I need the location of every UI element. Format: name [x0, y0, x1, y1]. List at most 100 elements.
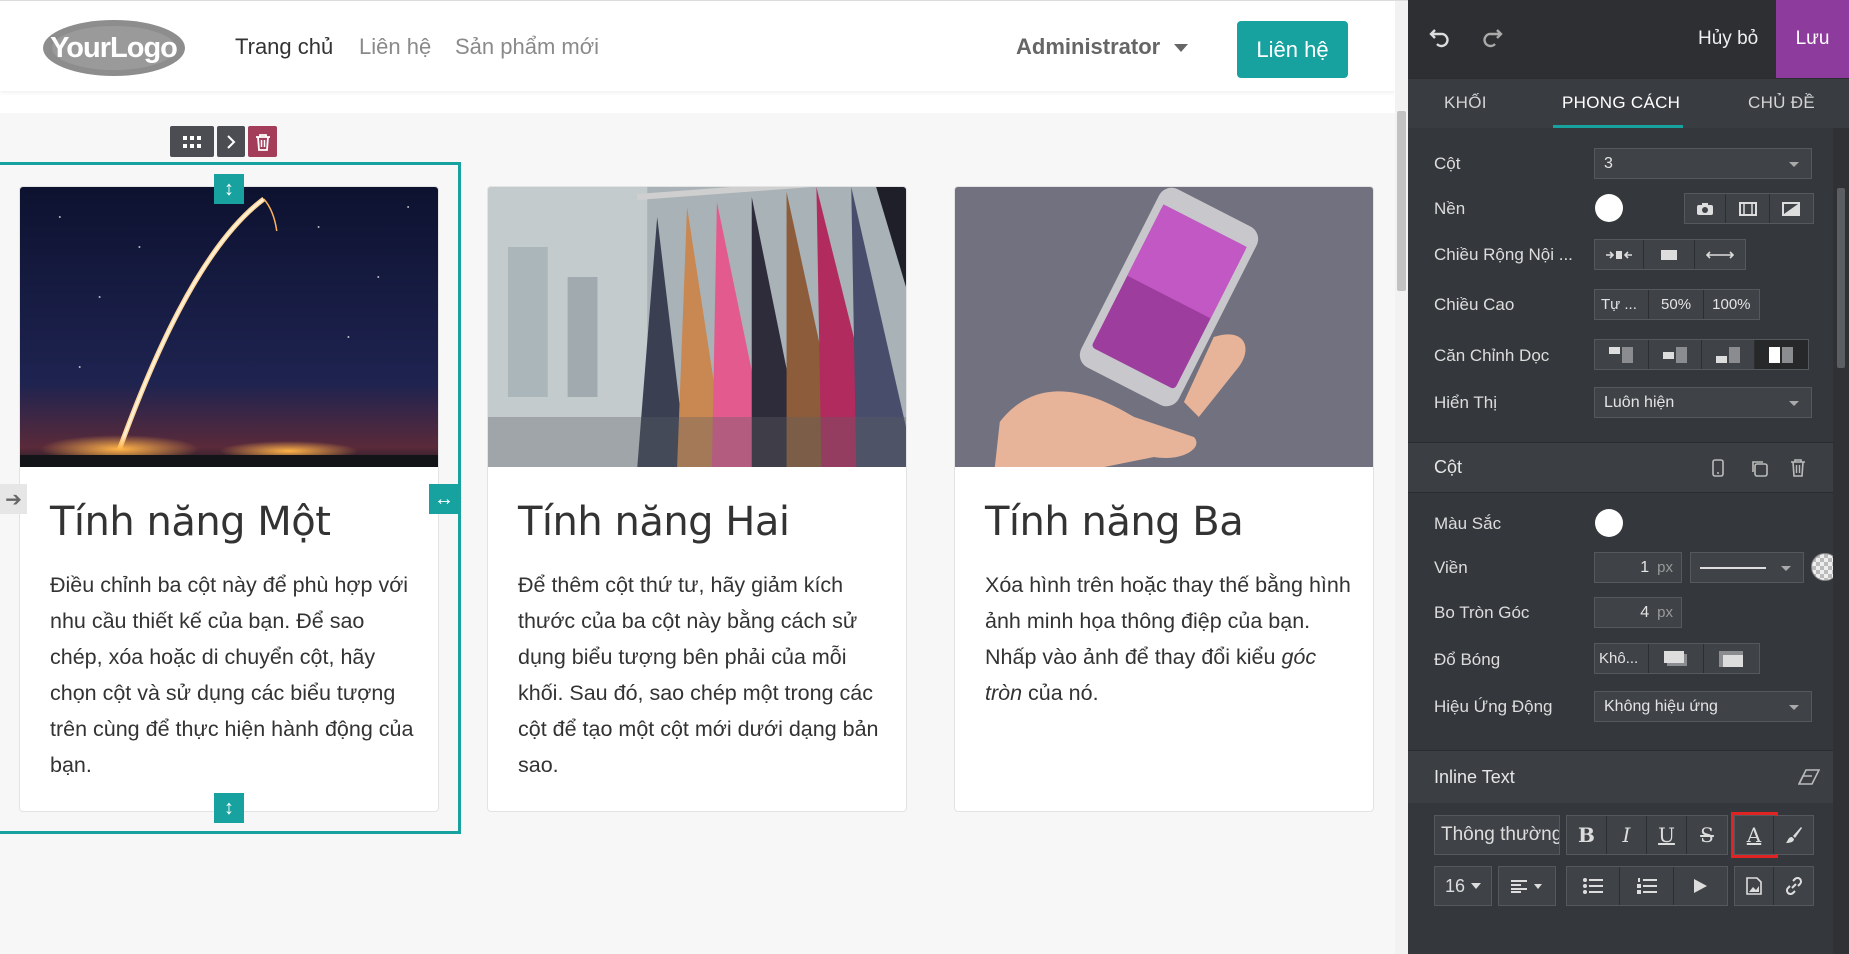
contact-cta-button[interactable]: Liên hệ — [1237, 21, 1348, 78]
width-regular-icon[interactable] — [1644, 240, 1695, 269]
font-size-value: 16 — [1435, 867, 1491, 905]
camera-icon[interactable] — [1685, 194, 1727, 223]
shadow-inset-icon[interactable] — [1703, 644, 1759, 673]
text-color-group: A — [1730, 812, 1814, 858]
feature-card-2[interactable]: Tính năng Hai Để thêm cột thứ tư, hãy gi… — [487, 186, 907, 812]
trash-icon[interactable] — [1790, 458, 1806, 482]
feature-text-2[interactable]: Để thêm cột thứ tư, hãy giảm kích thước … — [518, 567, 888, 783]
panel-tabs: KHỐI PHONG CÁCH CHỦ ĐỀ — [1408, 78, 1849, 128]
strikethrough-icon[interactable]: S — [1687, 816, 1727, 854]
column-color-swatch[interactable] — [1595, 509, 1623, 537]
height-100-option[interactable]: 100% — [1703, 290, 1759, 319]
phone-in-hand-image[interactable] — [955, 187, 1373, 467]
move-left-handle-icon[interactable]: ➔ — [0, 484, 27, 514]
move-right-icon[interactable] — [217, 126, 245, 157]
panel-topbar: Hủy bỏ Lưu — [1408, 0, 1849, 78]
resize-right-handle-icon[interactable]: ↔ — [429, 484, 459, 514]
insert-media-icon[interactable] — [1735, 867, 1775, 905]
radius-label: Bo Tròn Góc — [1434, 603, 1530, 622]
nav-new-products[interactable]: Sản phẩm mới — [455, 34, 599, 60]
user-menu-caret-icon[interactable] — [1174, 44, 1188, 52]
unit-label: px — [1657, 604, 1673, 621]
chevron-down-icon — [1789, 401, 1799, 406]
divider — [1408, 492, 1849, 493]
radius-input[interactable]: 4 px — [1594, 597, 1682, 628]
height-auto-option[interactable]: Tự ... — [1595, 290, 1650, 319]
background-color-swatch[interactable] — [1595, 194, 1623, 222]
site-header: YourLogo Trang chủ Liên hệ Sản phẩm mới … — [0, 1, 1395, 91]
tab-theme[interactable]: CHỦ ĐỀ — [1748, 93, 1815, 113]
numbered-list-icon[interactable] — [1620, 867, 1674, 905]
align-bottom-icon[interactable] — [1702, 340, 1755, 369]
align-top-icon[interactable] — [1595, 340, 1649, 369]
text-style-select[interactable]: Thông thường — [1434, 815, 1560, 855]
drag-grid-icon[interactable] — [170, 126, 214, 157]
vertical-align-group — [1594, 339, 1809, 370]
shadow-outset-icon[interactable] — [1649, 644, 1704, 673]
display-select[interactable]: Luôn hiện — [1594, 387, 1812, 418]
link-icon[interactable] — [1774, 867, 1813, 905]
border-label: Viền — [1434, 558, 1468, 577]
eraser-icon[interactable] — [1797, 769, 1821, 790]
mobile-visibility-icon[interactable] — [1712, 459, 1724, 482]
tab-customize[interactable]: PHONG CÁCH — [1562, 93, 1680, 113]
paintbrush-icon[interactable] — [1774, 816, 1813, 854]
tab-blocks[interactable]: KHỐI — [1444, 93, 1487, 113]
duplicate-icon[interactable] — [1750, 459, 1768, 482]
feature-text-3[interactable]: Xóa hình trên hoặc thay thế bằng hình ản… — [985, 567, 1355, 711]
discard-button[interactable]: Hủy bỏ — [1698, 28, 1758, 50]
underline-icon[interactable]: U — [1647, 816, 1687, 854]
text-format-group: B I U S — [1566, 815, 1728, 855]
bold-icon[interactable]: B — [1567, 816, 1607, 854]
border-style-select[interactable] — [1690, 552, 1804, 583]
inline-text-title: Inline Text — [1434, 767, 1515, 787]
columns-select-value: 3 — [1604, 154, 1613, 172]
animation-select[interactable]: Không hiệu ứng — [1594, 691, 1812, 722]
resize-bottom-handle-icon[interactable]: ↕ — [214, 793, 244, 823]
italic-icon[interactable]: I — [1607, 816, 1647, 854]
gradient-icon[interactable] — [1769, 194, 1813, 223]
chevron-down-icon — [1789, 705, 1799, 710]
chevron-down-icon — [1789, 162, 1799, 167]
feature-title-3[interactable]: Tính năng Ba — [985, 499, 1244, 545]
save-button[interactable]: Lưu — [1776, 0, 1849, 78]
column-section-header: Cột — [1408, 443, 1849, 492]
width-full-icon[interactable] — [1694, 240, 1745, 269]
feature-title-2[interactable]: Tính năng Hai — [518, 499, 790, 545]
panel-scrollbar-thumb[interactable] — [1837, 188, 1845, 368]
animation-select-value: Không hiệu ứng — [1604, 697, 1718, 715]
site-logo[interactable]: YourLogo — [42, 18, 185, 78]
height-50-option[interactable]: 50% — [1649, 290, 1704, 319]
border-width-value: 1 — [1640, 558, 1650, 576]
columns-select[interactable]: 3 — [1594, 148, 1812, 179]
align-middle-icon[interactable] — [1648, 340, 1702, 369]
align-select[interactable] — [1498, 866, 1556, 906]
width-narrow-icon[interactable] — [1595, 240, 1645, 269]
undo-icon[interactable] — [1428, 25, 1458, 55]
border-width-input[interactable]: 1 px — [1594, 552, 1682, 583]
solid-line-icon — [1700, 566, 1766, 569]
user-menu[interactable]: Administrator — [1016, 34, 1160, 60]
active-tab-indicator — [1553, 125, 1683, 128]
animation-label: Hiệu Ứng Động — [1434, 697, 1553, 716]
shadow-label: Đổ Bóng — [1434, 650, 1501, 669]
page-scrollbar-thumb[interactable] — [1397, 111, 1406, 291]
text-color-icon[interactable]: A — [1730, 812, 1779, 858]
nav-home[interactable]: Trang chủ — [235, 34, 333, 60]
page-scrollbar[interactable] — [1395, 1, 1408, 954]
delete-column-icon[interactable] — [248, 126, 277, 157]
font-size-select[interactable]: 16 — [1434, 866, 1492, 906]
nav-contact[interactable]: Liên hệ — [359, 34, 431, 60]
align-stretch-icon[interactable] — [1754, 340, 1808, 369]
panel-scrollbar[interactable] — [1833, 128, 1849, 954]
feature-text-3-part: của nó. — [1022, 681, 1099, 705]
resize-top-handle-icon[interactable]: ↕ — [214, 174, 244, 204]
shadow-none-option[interactable]: Khô... — [1595, 644, 1650, 673]
feature-card-3[interactable]: Tính năng Ba Xóa hình trên hoặc thay thế… — [954, 186, 1374, 812]
bullet-list-icon[interactable] — [1567, 867, 1621, 905]
checklist-play-icon[interactable] — [1673, 867, 1728, 905]
redo-icon[interactable] — [1480, 25, 1510, 55]
clothes-rack-image[interactable] — [488, 187, 906, 467]
video-film-icon[interactable] — [1726, 194, 1770, 223]
list-group — [1566, 866, 1728, 906]
